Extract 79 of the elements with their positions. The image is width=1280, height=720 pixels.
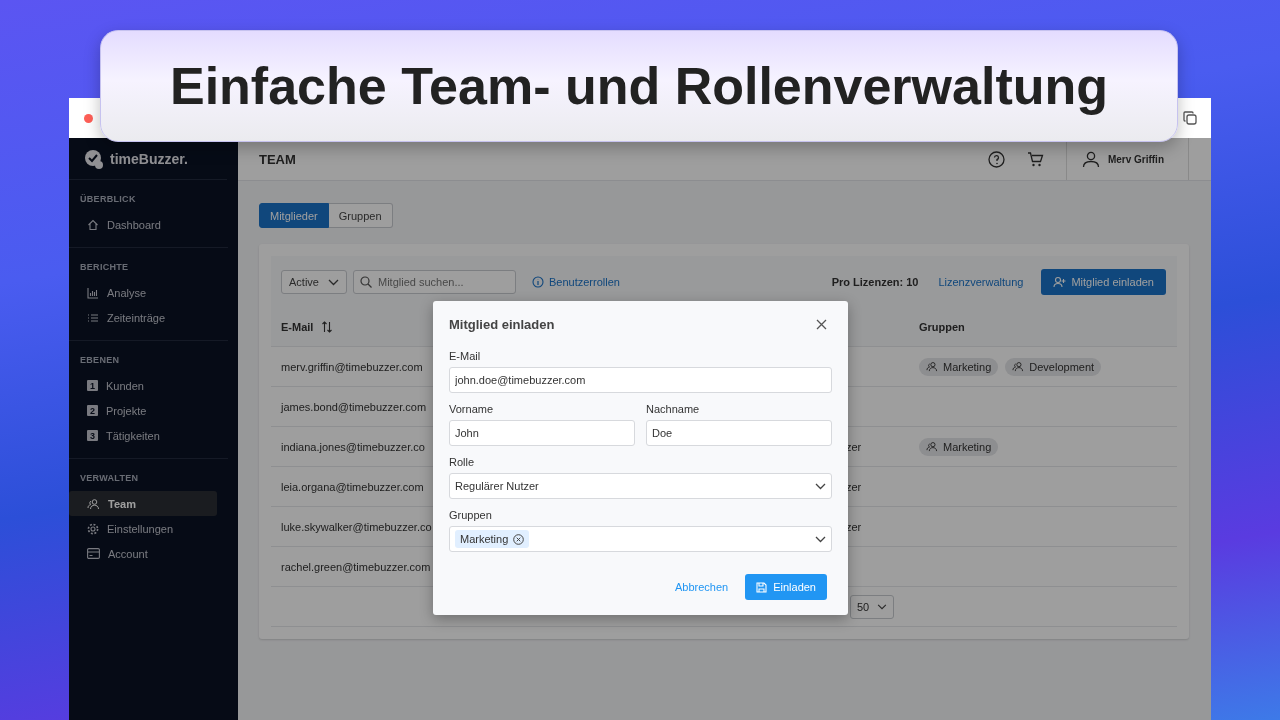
status-filter[interactable]: Active [281,270,347,294]
tab[interactable]: Mitglieder [259,203,329,228]
title-banner: Einfache Team- und Rollenverwaltung [100,30,1178,142]
cart-icon[interactable] [1026,151,1044,167]
card-icon [87,548,100,559]
roles-link[interactable]: Benutzerrollen [532,276,620,288]
sidebar-item[interactable]: 2 Projekte [69,398,217,423]
user-name[interactable]: Merv Griffin [1107,153,1164,165]
license-count: Pro Lizenzen: 10 [831,276,919,288]
chevron-down-icon [815,535,826,543]
logo-text: timeBuzzer. [110,150,188,167]
section-title: BERICHTE [80,262,130,272]
tab[interactable]: Gruppen [328,203,393,228]
sidebar-item[interactable]: 1 Kunden [69,373,217,398]
field-label: E-Mail [449,350,481,362]
dialog-title: Mitglied einladen [449,317,555,332]
users-icon [1012,361,1025,372]
invite-submit-button[interactable]: Einladen [745,574,827,600]
logo-icon [84,148,104,169]
group-tag: Marketing [919,357,999,376]
sidebar-item[interactable]: Dashboard [69,212,217,237]
email-cell: merv.griffin@timebuzzer.com [281,360,423,373]
section-title: EBENEN [80,355,121,365]
chevron-down-icon [815,482,826,490]
page-title: TEAM [259,151,297,167]
role-select[interactable]: Regulärer Nutzer [449,473,832,499]
search-field[interactable]: Mitglied suchen... [353,270,516,294]
field-label: Nachname [646,403,700,415]
last-name-field[interactable]: Doe [646,420,832,446]
user-icon[interactable] [1081,150,1100,168]
field-label: Vorname [449,403,494,415]
home-icon [87,218,99,231]
number-badge: 1 [87,380,98,391]
remove-icon[interactable] [513,533,525,545]
cancel-link[interactable]: Abbrechen [674,581,729,593]
column-header[interactable]: E-Mail [281,320,314,333]
settings-icon [87,522,99,535]
bar-chart-icon [87,286,99,299]
invite-button[interactable]: Mitglied einladen [1041,269,1166,295]
sidebar-item[interactable]: Zeiteinträge [69,305,217,330]
users-icon [87,497,100,510]
chevron-down-icon [328,278,339,286]
license-link[interactable]: Lizenzverwaltung [938,276,1024,288]
sidebar-item[interactable]: 3 Tätigkeiten [69,423,217,448]
group-tag: Development [1005,357,1102,376]
users-icon [926,441,938,452]
email-field[interactable]: john.doe@timebuzzer.com [449,367,832,393]
chevron-down-icon [877,603,888,610]
help-icon[interactable] [987,150,1005,168]
user-plus-icon [1053,276,1067,288]
sidebar-item[interactable]: Analyse [69,280,217,305]
section-title: ÜBERBLICK [80,194,137,204]
email-cell: leia.organa@timebuzzer.com [281,480,424,493]
section-title: VERWALTEN [80,473,140,483]
close-icon[interactable] [816,319,827,330]
sidebar-item[interactable]: Einstellungen [69,516,217,541]
sidebar-item[interactable]: Account [69,541,217,566]
close-dot-icon[interactable] [84,113,93,123]
number-badge: 2 [87,405,98,416]
list-icon [87,311,99,324]
column-header: Gruppen [919,320,965,333]
sidebar-item[interactable]: Team [69,491,217,516]
users-icon [926,361,938,372]
group-tag: Marketing [455,530,530,548]
email-cell: james.bond@timebuzzer.com [281,400,427,413]
field-label: Rolle [449,456,475,468]
info-icon [532,276,544,288]
copy-icon[interactable] [1183,111,1197,125]
group-tag: Marketing [919,437,999,456]
number-badge: 3 [87,430,98,441]
save-icon [756,581,768,593]
field-label: Gruppen [449,509,492,521]
page-size-select[interactable]: 50 [850,594,895,619]
email-cell: rachel.green@timebuzzer.com [281,560,431,573]
email-cell: luke.skywalker@timebuzzer.co [281,520,432,533]
email-cell: indiana.jones@timebuzzer.co [281,440,425,453]
groups-select[interactable]: Marketing [449,526,832,552]
first-name-field[interactable]: John [449,420,635,446]
sort-icon[interactable] [321,320,334,333]
